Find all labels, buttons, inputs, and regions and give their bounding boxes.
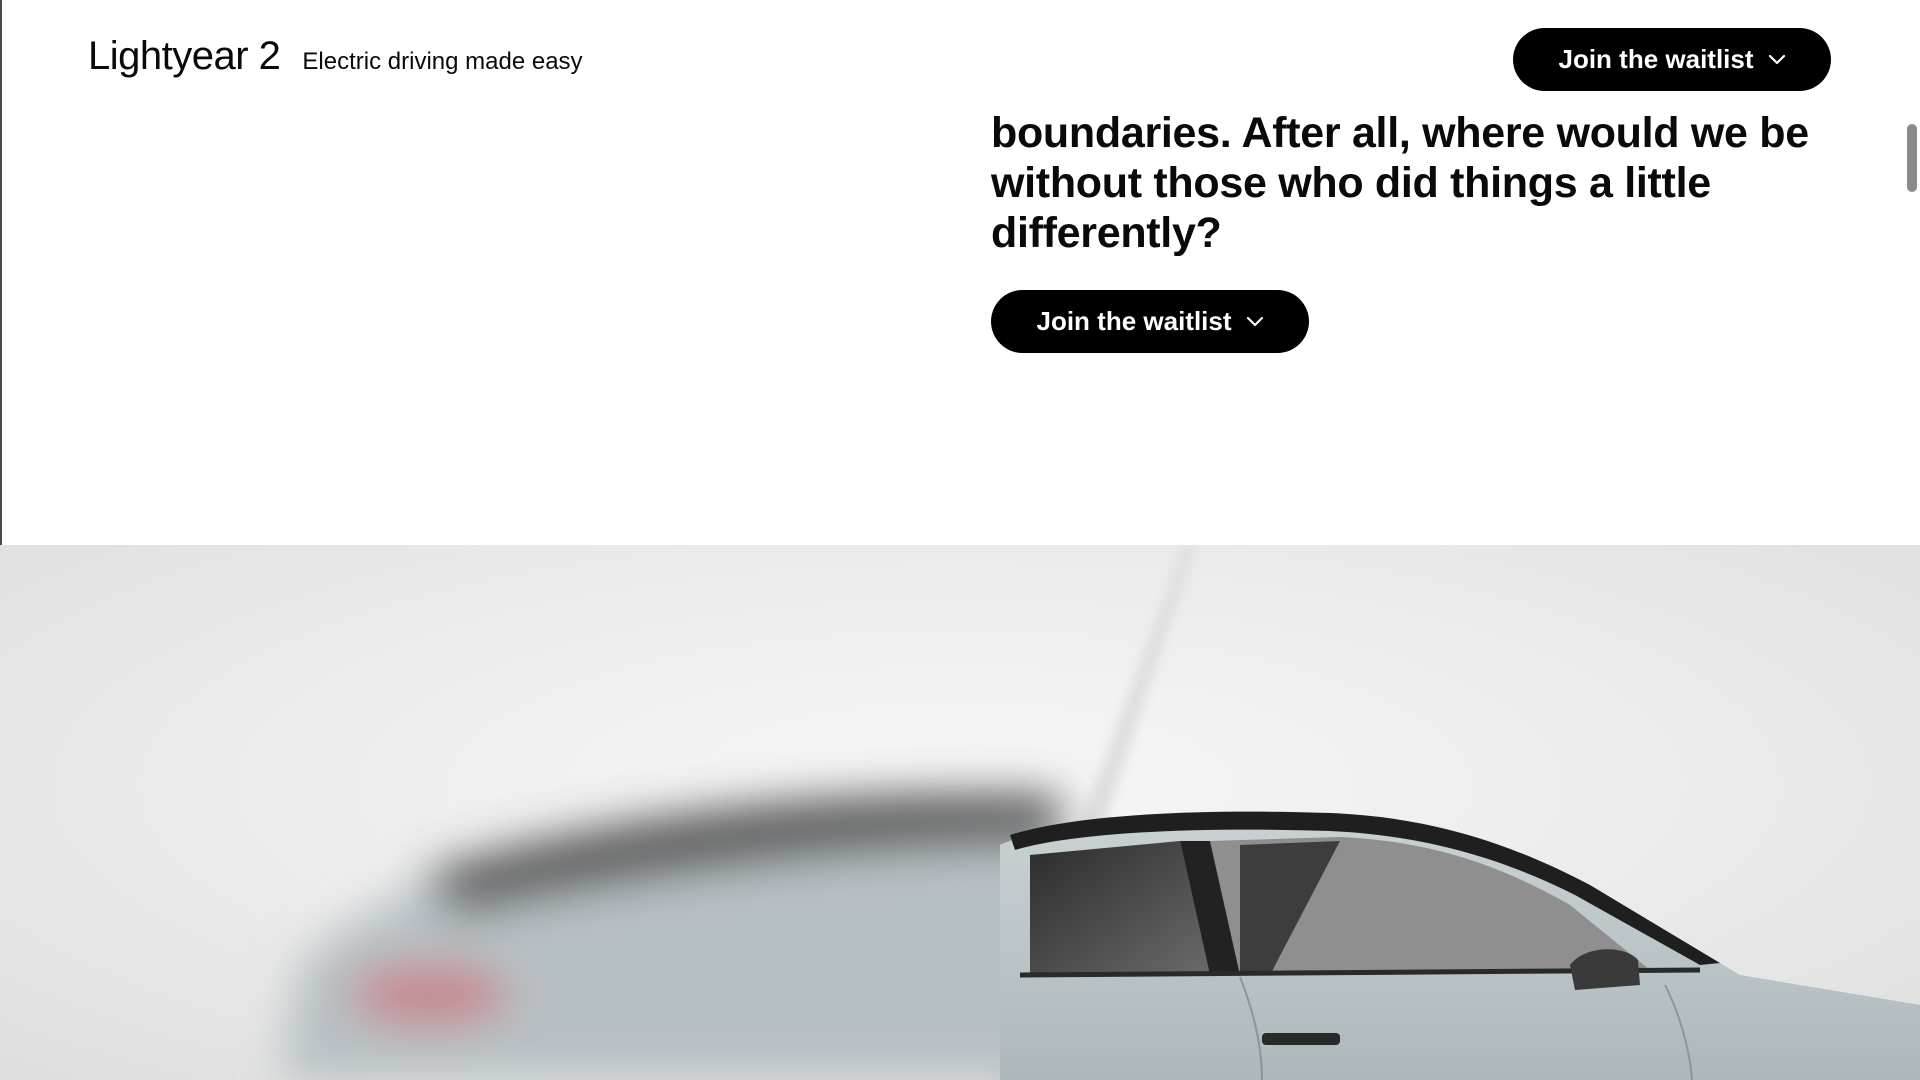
site-header: Lightyear 2 Electric driving made easy J… xyxy=(0,0,1920,120)
taillight xyxy=(350,965,510,1025)
header-join-waitlist-button[interactable]: Join the waitlist xyxy=(1513,28,1831,91)
hero-paragraph: boundaries. After all, where would we be… xyxy=(991,109,1809,257)
hero-join-waitlist-label: Join the waitlist xyxy=(1036,306,1232,336)
chevron-down-icon xyxy=(1768,51,1786,69)
chevron-down-icon xyxy=(1246,313,1264,331)
door-handle xyxy=(1262,1033,1340,1045)
car-front xyxy=(1000,811,1920,1080)
brand-tagline: Electric driving made easy xyxy=(302,48,583,75)
page: Lightyear 2 Electric driving made easy J… xyxy=(0,0,1920,1080)
hero-join-waitlist-button[interactable]: Join the waitlist xyxy=(991,290,1309,353)
scrollbar-thumb[interactable] xyxy=(1907,124,1917,192)
car-photo xyxy=(0,545,1920,1080)
car-illustration xyxy=(280,545,1920,1080)
header-join-waitlist-label: Join the waitlist xyxy=(1558,44,1754,74)
brand[interactable]: Lightyear 2 Electric driving made easy xyxy=(88,34,583,79)
brand-logo[interactable]: Lightyear 2 xyxy=(88,34,281,79)
rear-window xyxy=(1030,841,1210,975)
blurred-car-rear xyxy=(280,793,1060,1080)
